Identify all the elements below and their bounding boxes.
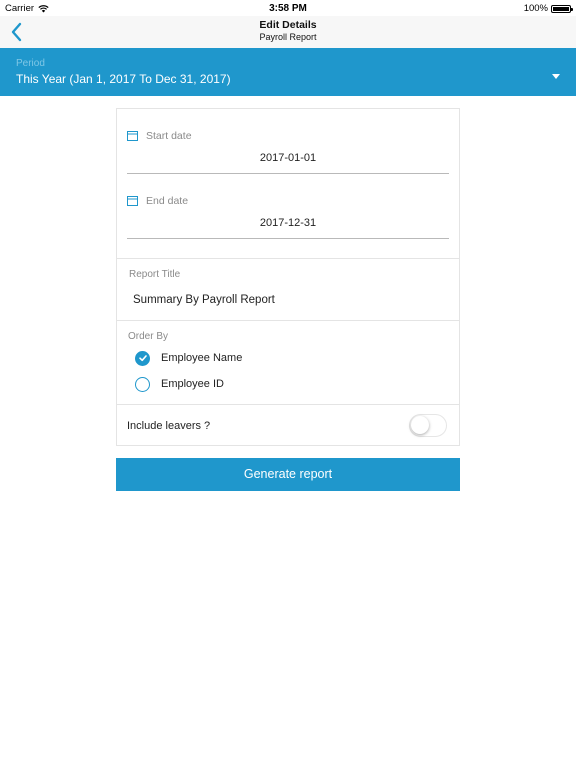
radio-label: Employee Name xyxy=(161,352,243,364)
generate-report-button[interactable]: Generate report xyxy=(116,458,460,491)
caret-down-icon xyxy=(552,74,560,79)
status-right: 100% xyxy=(523,3,573,14)
navigation-bar: Edit Details Payroll Report xyxy=(0,16,576,48)
period-dropdown[interactable]: Period This Year (Jan 1, 2017 To Dec 31,… xyxy=(0,48,576,96)
report-form-card: Start date 2017-01-01 End date 2017-12-3… xyxy=(116,108,460,446)
start-date-value: 2017-01-01 xyxy=(259,152,317,164)
start-date-label: Start date xyxy=(146,130,192,142)
status-bar: Carrier 3:58 PM 100% xyxy=(0,0,576,16)
battery-icon xyxy=(551,4,573,13)
period-label: Period xyxy=(16,58,45,69)
include-leavers-label: Include leavers ? xyxy=(127,420,211,432)
order-by-section: Order By Employee Name Employee ID xyxy=(117,320,459,405)
end-date-value: 2017-12-31 xyxy=(259,217,317,229)
radio-unchecked-icon[interactable] xyxy=(135,376,150,392)
end-date-label: End date xyxy=(146,195,189,207)
battery-percent: 100% xyxy=(523,3,548,14)
calendar-icon xyxy=(127,196,138,206)
include-leavers-toggle[interactable] xyxy=(409,414,447,437)
include-leavers-row: Include leavers ? xyxy=(117,404,459,445)
radio-employee-name[interactable]: Employee Name xyxy=(135,349,242,367)
report-title-label: Report Title xyxy=(129,269,181,280)
end-date-field[interactable]: End date 2017-12-31 xyxy=(127,195,449,241)
page-subtitle: Payroll Report xyxy=(259,32,317,42)
period-value: This Year (Jan 1, 2017 To Dec 31, 2017) xyxy=(16,72,231,86)
toggle-knob xyxy=(411,416,429,434)
radio-checked-icon[interactable] xyxy=(135,350,150,366)
status-time: 3:58 PM xyxy=(269,3,307,14)
calendar-icon xyxy=(127,131,138,141)
date-section: Start date 2017-01-01 End date 2017-12-3… xyxy=(117,109,459,259)
report-title-field[interactable]: Report Title Summary By Payroll Report xyxy=(117,258,459,321)
report-title-value: Summary By Payroll Report xyxy=(133,294,275,306)
start-date-field[interactable]: Start date 2017-01-01 xyxy=(127,130,449,176)
radio-label: Employee ID xyxy=(161,378,224,390)
start-date-underline xyxy=(127,173,449,174)
end-date-underline xyxy=(127,238,449,239)
radio-employee-id[interactable]: Employee ID xyxy=(135,375,224,393)
order-by-label: Order By xyxy=(128,331,169,342)
page-title: Edit Details xyxy=(259,19,317,31)
